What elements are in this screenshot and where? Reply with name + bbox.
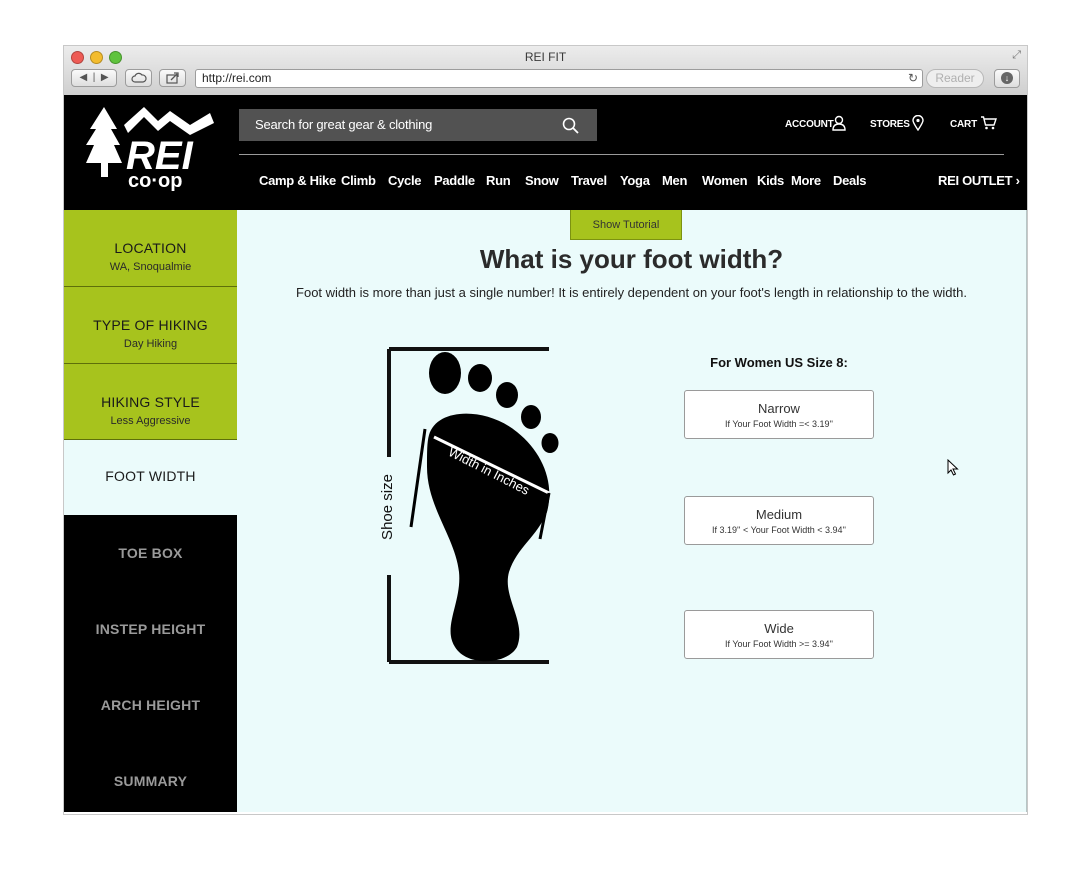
url-text: http://rei.com	[202, 71, 272, 85]
option-detail: If 3.19'' < Your Foot Width < 3.94''	[712, 525, 846, 535]
step-type-of-hiking[interactable]: TYPE OF HIKING Day Hiking	[64, 287, 237, 364]
step-title: SUMMARY	[113, 773, 188, 789]
header-divider	[239, 154, 1004, 155]
step-hiking-style[interactable]: HIKING STYLE Less Aggressive	[64, 364, 237, 440]
cart-label: CART	[950, 119, 977, 130]
step-instep-height[interactable]: INSTEP HEIGHT	[64, 591, 237, 667]
browser-window: REI FIT ⤢ ◀ | ▶ http://rei.com ↻ Reader …	[64, 46, 1027, 814]
toe-5	[541, 433, 559, 453]
cart-link[interactable]: CART	[950, 116, 997, 130]
downloads-button[interactable]: ↓	[994, 69, 1020, 88]
rei-coop-logo[interactable]: REI co·op	[86, 107, 216, 191]
big-toe	[429, 352, 461, 394]
search-input[interactable]: Search for great gear & clothing	[239, 109, 597, 141]
svg-text:co·op: co·op	[128, 170, 182, 191]
step-value: Less Aggressive	[110, 415, 191, 427]
share-button[interactable]	[159, 69, 186, 87]
search-icon[interactable]	[562, 117, 579, 134]
nav-item-paddle[interactable]: Paddle	[434, 173, 486, 188]
foot-sole	[427, 413, 550, 662]
foot-width-diagram: Shoe size Width in Inches	[379, 347, 559, 664]
step-foot-width[interactable]: FOOT WIDTH	[64, 440, 237, 515]
nav-item-run[interactable]: Run	[486, 173, 525, 188]
nav-item-men[interactable]: Men	[662, 173, 702, 188]
account-link[interactable]: ACCOUNT	[785, 115, 846, 131]
step-title: HIKING STYLE	[101, 394, 200, 410]
nav-item-travel[interactable]: Travel	[571, 173, 620, 188]
width-option-medium[interactable]: Medium If 3.19'' < Your Foot Width < 3.9…	[684, 496, 874, 545]
address-bar[interactable]: http://rei.com ↻	[195, 69, 923, 88]
stores-label: STORES	[870, 119, 910, 130]
option-detail: If Your Foot Width =< 3.19''	[724, 419, 833, 429]
cart-icon	[981, 116, 997, 130]
step-title: LOCATION	[114, 240, 187, 256]
nav-item-camp-hike[interactable]: Camp & Hike	[259, 173, 341, 188]
toe-4	[521, 405, 541, 429]
nav-item-climb[interactable]: Climb	[341, 173, 388, 188]
shoe-size-label: Shoe size	[379, 474, 396, 540]
icloud-button[interactable]	[125, 69, 152, 87]
fit-steps-sidebar: LOCATION WA, Snoqualmie TYPE OF HIKING D…	[64, 210, 237, 812]
step-value: WA, Snoqualmie	[109, 261, 192, 273]
browser-toolbar: REI FIT ⤢ ◀ | ▶ http://rei.com ↻ Reader …	[64, 46, 1027, 96]
nav-item-cycle[interactable]: Cycle	[388, 173, 434, 188]
nav-item-women[interactable]: Women	[702, 173, 757, 188]
fullscreen-icon[interactable]: ⤢	[1012, 49, 1021, 62]
option-label: Medium	[755, 507, 803, 522]
size-label: For Women US Size 8:	[710, 355, 848, 370]
nav-item-snow[interactable]: Snow	[525, 173, 571, 188]
back-forward-buttons[interactable]: ◀ | ▶	[71, 69, 117, 87]
main-nav: Camp & Hike Climb Cycle Paddle Run Snow …	[259, 173, 873, 188]
stores-link[interactable]: STORES	[870, 115, 924, 131]
width-option-wide[interactable]: Wide If Your Foot Width >= 3.94''	[684, 610, 874, 659]
nav-item-more[interactable]: More	[791, 173, 833, 188]
option-detail: If Your Foot Width >= 3.94''	[724, 639, 833, 649]
page-description: Foot width is more than just a single nu…	[296, 285, 967, 300]
option-label: Wide	[764, 621, 794, 636]
rei-outlet-link[interactable]: REI OUTLET ›	[938, 173, 1020, 188]
step-arch-height[interactable]: ARCH HEIGHT	[64, 667, 237, 743]
share-icon	[165, 72, 179, 84]
back-icon[interactable]: ◀	[79, 72, 87, 83]
step-title: INSTEP HEIGHT	[95, 621, 206, 637]
step-title: TYPE OF HIKING	[93, 317, 208, 333]
window-title: REI FIT	[524, 50, 567, 64]
site-header: REI co·op Search for great gear & clothi…	[64, 95, 1027, 210]
step-toe-box[interactable]: TOE BOX	[64, 515, 237, 591]
step-title: ARCH HEIGHT	[100, 697, 201, 713]
step-title: TOE BOX	[118, 545, 183, 561]
nav-item-yoga[interactable]: Yoga	[620, 173, 662, 188]
step-title: FOOT WIDTH	[105, 468, 196, 484]
mouse-cursor-icon	[947, 459, 959, 476]
user-icon	[832, 115, 846, 131]
show-tutorial-button[interactable]: Show Tutorial	[570, 210, 682, 240]
step-summary[interactable]: SUMMARY	[64, 743, 237, 812]
page-title: What is your foot width?	[479, 244, 784, 274]
nav-item-deals[interactable]: Deals	[833, 173, 873, 188]
reload-icon[interactable]: ↻	[908, 70, 918, 87]
main-content: Show Tutorial What is your foot width? F…	[237, 210, 1027, 812]
forward-icon[interactable]: ▶	[101, 72, 109, 83]
toe-2	[468, 364, 492, 392]
search-placeholder: Search for great gear & clothing	[255, 117, 433, 132]
nav-item-kids[interactable]: Kids	[757, 173, 791, 188]
toe-3	[496, 382, 518, 408]
map-pin-icon	[912, 115, 924, 131]
outlet-label: REI OUTLET	[938, 173, 1013, 188]
step-location[interactable]: LOCATION WA, Snoqualmie	[64, 210, 237, 287]
option-label: Narrow	[758, 401, 800, 416]
reader-button[interactable]: Reader	[926, 69, 984, 88]
download-icon: ↓	[1001, 72, 1013, 84]
cloud-icon	[130, 72, 147, 83]
width-option-narrow[interactable]: Narrow If Your Foot Width =< 3.19''	[684, 390, 874, 439]
chevron-right-icon: ›	[1015, 173, 1020, 188]
account-label: ACCOUNT	[785, 119, 834, 130]
step-value: Day Hiking	[123, 338, 178, 350]
